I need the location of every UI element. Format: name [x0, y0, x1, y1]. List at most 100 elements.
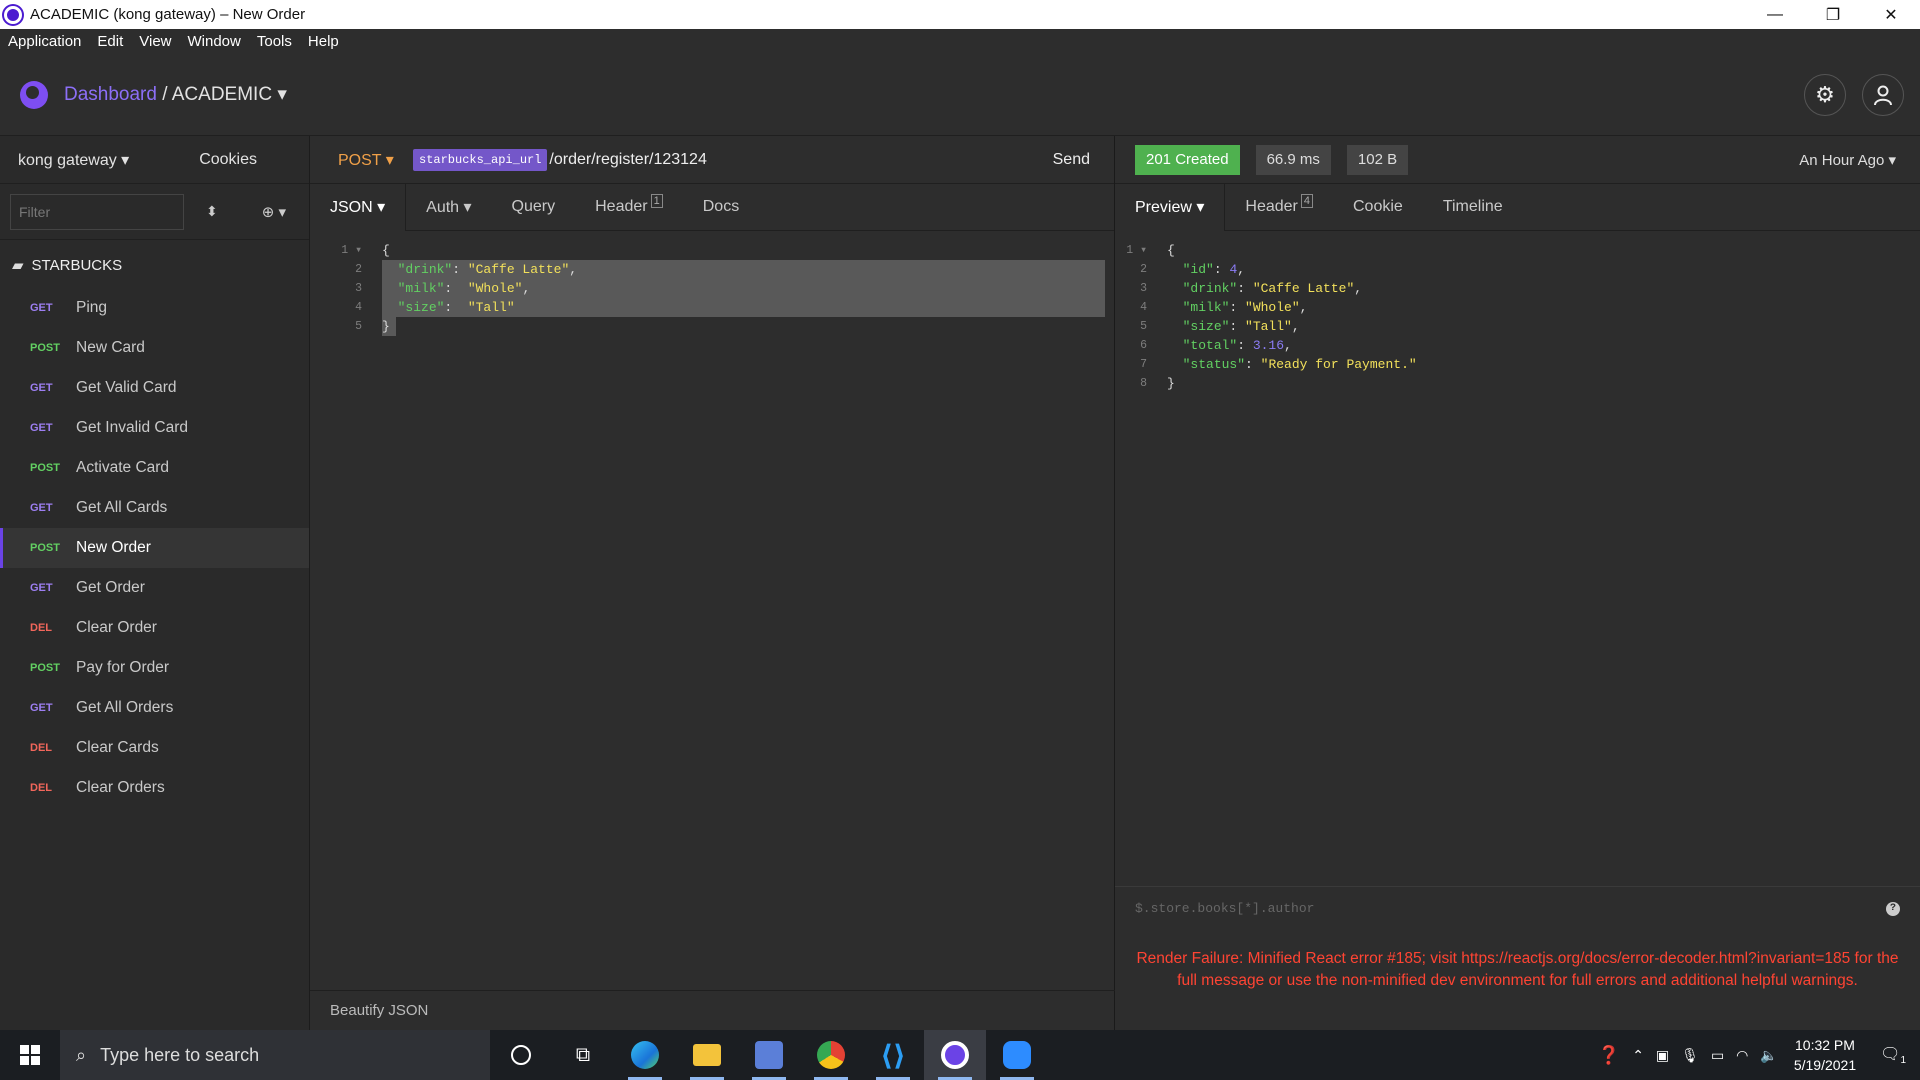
menu-help[interactable]: Help	[300, 33, 347, 50]
wifi-icon[interactable]: ◠	[1736, 1047, 1748, 1064]
menu-tools[interactable]: Tools	[249, 33, 300, 50]
request-name-label: Get Valid Card	[76, 379, 177, 396]
account-user-icon[interactable]	[1862, 74, 1904, 116]
response-pane: 201 Created 66.9 ms 102 B An Hour Ago ▾ …	[1115, 136, 1920, 1030]
edge-browser-icon[interactable]	[614, 1030, 676, 1080]
url-environment-variable[interactable]: starbucks_api_url	[413, 148, 548, 171]
menu-edit[interactable]: Edit	[89, 33, 131, 50]
jsonpath-placeholder: $.store.books[*].author	[1135, 901, 1315, 916]
request-name-label: Get All Cards	[76, 499, 168, 516]
send-button[interactable]: Send	[1053, 151, 1090, 169]
request-body-code: { "drink": "Caffe Latte", "milk": "Whole…	[382, 243, 578, 334]
settings-gear-icon[interactable]: ⚙	[1804, 74, 1846, 116]
snipping-tool-icon[interactable]	[738, 1030, 800, 1080]
meet-now-icon[interactable]: ▣	[1656, 1047, 1669, 1064]
sidebar-request-item[interactable]: GET Get Order	[0, 568, 309, 608]
project-dropdown[interactable]: ACADEMIC ▾	[172, 84, 287, 105]
sidebar-request-item[interactable]: POST Activate Card	[0, 448, 309, 488]
add-request-icon[interactable]: ⊕ ▾	[262, 203, 286, 221]
request-name-label: Clear Order	[76, 619, 157, 636]
workspace-dropdown[interactable]: kong gateway ▾	[18, 150, 129, 170]
sidebar-request-item[interactable]: GET Get All Orders	[0, 688, 309, 728]
tab-json[interactable]: JSON ▾	[310, 183, 407, 231]
tab-response-header[interactable]: Header 4	[1225, 184, 1333, 231]
file-explorer-icon[interactable]	[676, 1030, 738, 1080]
system-tray: ❓ ⌃ ▣ 🎙 ▭ ◠ 🔈 10:32 PM 5/19/2021 🗨1	[1592, 1030, 1920, 1080]
tab-header-label: Header	[595, 198, 648, 215]
taskbar-search-box[interactable]: ⌕ Type here to search	[60, 1030, 490, 1080]
request-method-label: GET	[30, 302, 53, 314]
folder-open-icon: ▰	[12, 257, 24, 274]
sort-icon[interactable]: ⬍	[206, 203, 218, 220]
minimize-button[interactable]: —	[1746, 0, 1804, 29]
app-header: Dashboard / ACADEMIC ▾ ⚙	[0, 54, 1920, 136]
show-hidden-icons-chevron-icon[interactable]: ⌃	[1632, 1047, 1644, 1064]
dashboard-link[interactable]: Dashboard	[64, 84, 157, 105]
menu-view[interactable]: View	[131, 33, 179, 50]
task-view-icon[interactable]: ⧉	[552, 1030, 614, 1080]
request-method-label: GET	[30, 382, 53, 394]
tab-timeline[interactable]: Timeline	[1423, 184, 1523, 231]
request-method-label: GET	[30, 582, 53, 594]
window-title: ACADEMIC (kong gateway) – New Order	[30, 6, 306, 23]
insomnia-taskbar-icon[interactable]	[924, 1030, 986, 1080]
vscode-icon[interactable]: ⟨⟩	[862, 1030, 924, 1080]
tab-cookie[interactable]: Cookie	[1333, 184, 1423, 231]
sidebar-request-item[interactable]: GET Get Valid Card	[0, 368, 309, 408]
help-icon[interactable]: ?	[1886, 901, 1900, 916]
request-name-label: Activate Card	[76, 459, 170, 476]
taskbar-clock[interactable]: 10:32 PM 5/19/2021	[1794, 1035, 1856, 1075]
notifications-icon[interactable]: 🗨1	[1880, 1044, 1906, 1066]
sidebar-request-item[interactable]: GET Ping	[0, 288, 309, 328]
sidebar-request-item[interactable]: DEL Clear Order	[0, 608, 309, 648]
sidebar-request-item[interactable]: DEL Clear Orders	[0, 768, 309, 808]
insomnia-app-icon	[4, 5, 22, 24]
sidebar-request-item[interactable]: POST Pay for Order	[0, 648, 309, 688]
cortana-icon[interactable]	[490, 1030, 552, 1080]
microphone-icon[interactable]: 🎙	[1681, 1047, 1699, 1064]
close-button[interactable]: ✕	[1862, 0, 1920, 29]
tab-docs[interactable]: Docs	[683, 184, 759, 231]
request-name-label: Pay for Order	[76, 659, 170, 676]
request-method-label: POST	[30, 462, 60, 474]
battery-icon[interactable]: ▭	[1711, 1047, 1724, 1064]
sidebar-request-item[interactable]: POST New Order	[0, 528, 309, 568]
url-input[interactable]: /order/register/123124	[549, 151, 706, 169]
filter-input[interactable]: Filter	[10, 193, 184, 230]
request-body-editor[interactable]: 1 ▾ 2 3 4 5 { "drink": "Caffe Latte", "m…	[310, 231, 1114, 336]
menu-window[interactable]: Window	[180, 33, 249, 50]
windows-logo-icon	[20, 1045, 40, 1065]
sidebar-request-item[interactable]: DEL Clear Cards	[0, 728, 309, 768]
help-tray-icon[interactable]: ❓	[1598, 1045, 1620, 1066]
request-name-label: Clear Orders	[76, 779, 165, 796]
sidebar-request-item[interactable]: GET Get Invalid Card	[0, 408, 309, 448]
tab-auth[interactable]: Auth ▾	[406, 184, 491, 231]
request-method-label: GET	[30, 702, 53, 714]
sidebar-request-item[interactable]: GET Get All Cards	[0, 488, 309, 528]
method-dropdown[interactable]: POST ▾	[310, 150, 413, 170]
zoom-icon[interactable]	[986, 1030, 1048, 1080]
title-bar: ACADEMIC (kong gateway) – New Order — ❐ …	[0, 0, 1920, 29]
beautify-json-button[interactable]: Beautify JSON	[310, 990, 1115, 1030]
response-history-dropdown[interactable]: An Hour Ago ▾	[1799, 151, 1896, 169]
request-method-label: DEL	[30, 742, 52, 754]
sidebar: kong gateway ▾ Cookies Filter ⬍ ⊕ ▾ ▰ ST…	[0, 136, 310, 1030]
tab-preview[interactable]: Preview ▾	[1115, 183, 1226, 231]
tab-header[interactable]: Header 1	[575, 184, 683, 231]
request-method-label: GET	[30, 422, 53, 434]
jsonpath-filter-input[interactable]: $.store.books[*].author ?	[1115, 886, 1920, 930]
chrome-browser-icon[interactable]	[800, 1030, 862, 1080]
tab-query[interactable]: Query	[492, 184, 576, 231]
response-body-viewer[interactable]: 1 ▾ 2 3 4 5 6 7 8 { "id": 4, "drink": "C…	[1115, 231, 1920, 391]
request-name-label: New Card	[76, 339, 145, 356]
request-method-label: POST	[30, 342, 60, 354]
start-button[interactable]	[0, 1030, 60, 1080]
cookies-button[interactable]: Cookies	[199, 151, 257, 169]
response-body-code: { "id": 4, "drink": "Caffe Latte", "milk…	[1167, 243, 1417, 391]
restore-button[interactable]: ❐	[1804, 0, 1862, 29]
volume-icon[interactable]: 🔈	[1760, 1047, 1777, 1064]
folder-starbucks[interactable]: ▰ STARBUCKS	[0, 242, 309, 288]
request-name-label: Get Order	[76, 579, 145, 596]
menu-application[interactable]: Application	[0, 33, 89, 50]
sidebar-request-item[interactable]: POST New Card	[0, 328, 309, 368]
